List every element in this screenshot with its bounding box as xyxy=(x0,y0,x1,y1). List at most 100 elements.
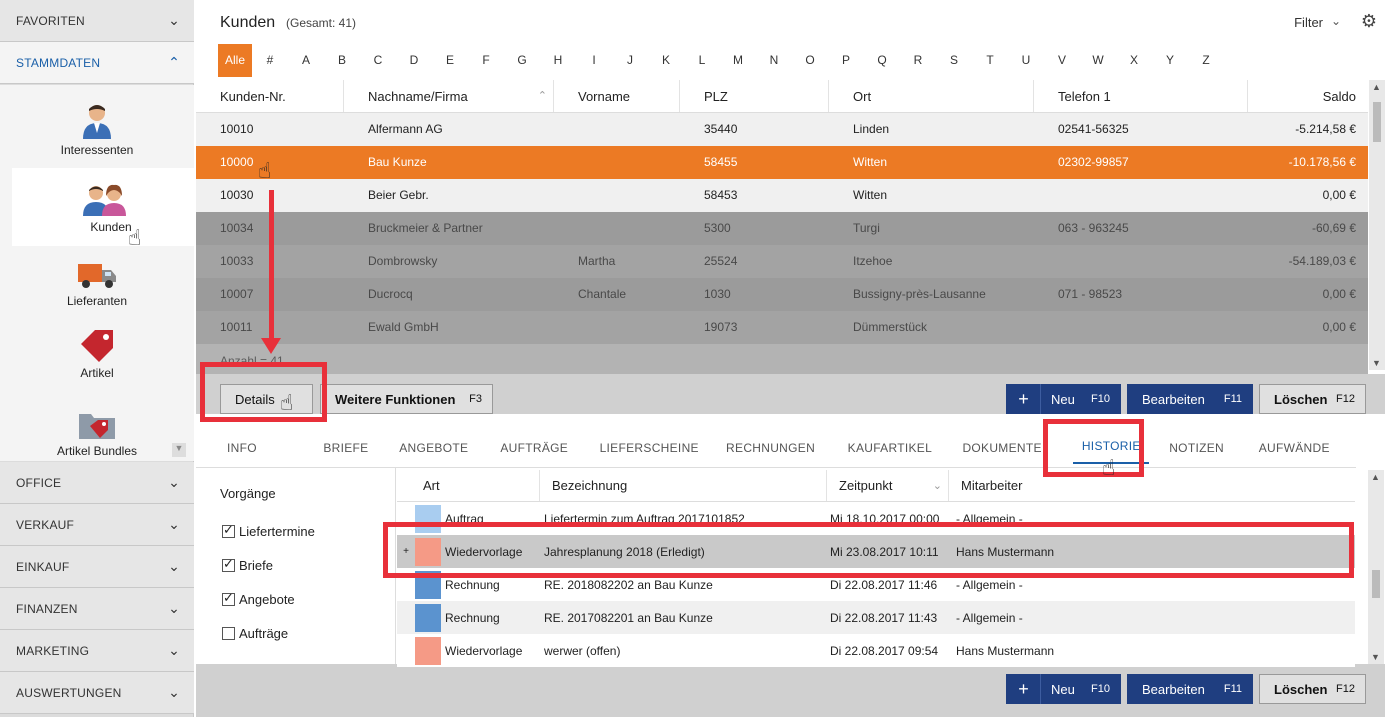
alpha-filter-letter[interactable]: O xyxy=(792,44,828,77)
alpha-filter-letter[interactable]: A xyxy=(288,44,324,77)
table-row[interactable]: 10030 Beier Gebr. 58453 Witten 0,00 € xyxy=(196,179,1368,212)
tab-info[interactable]: INFO xyxy=(227,428,323,467)
alpha-filter-letter[interactable]: D xyxy=(396,44,432,77)
table-row[interactable]: 10010 Alfermann AG 35440 Linden 02541-56325 -… xyxy=(196,113,1368,146)
alpha-filter-letter[interactable]: F xyxy=(468,44,504,77)
scrollbar[interactable]: ▲ ▼ xyxy=(1368,470,1384,664)
filter-button[interactable]: Filter xyxy=(1294,15,1323,30)
sidebar-section-finanzen[interactable]: FINANZEN ⌄ xyxy=(0,588,194,630)
column-header-art[interactable]: Art xyxy=(397,470,540,501)
bearbeiten-button-bottom[interactable]: Bearbeiten F11 xyxy=(1127,674,1253,704)
table-row[interactable]: 10000 Bau Kunze 58455 Witten 02302-99857 -10.… xyxy=(196,146,1368,179)
tab-kaufartikel[interactable]: KAUFARTIKEL xyxy=(848,428,963,467)
alpha-filter-letter[interactable]: R xyxy=(900,44,936,77)
alpha-filter-letter[interactable]: E xyxy=(432,44,468,77)
alpha-filter-letter[interactable]: V xyxy=(1044,44,1080,77)
bearbeiten-button[interactable]: Bearbeiten F11 xyxy=(1127,384,1253,414)
alpha-filter-letter[interactable]: Z xyxy=(1188,44,1224,77)
alpha-filter-letter[interactable]: L xyxy=(684,44,720,77)
table-row[interactable]: Rechnung RE. 2017082201 an Bau Kunze Di 22… xyxy=(397,601,1355,634)
scrollbar[interactable]: ▲ ▼ xyxy=(1369,80,1385,370)
alpha-filter-letter[interactable]: K xyxy=(648,44,684,77)
neu-button-bottom[interactable]: + Neu F10 xyxy=(1006,674,1121,704)
vorgang-checkbox[interactable]: Aufträge xyxy=(222,626,288,641)
column-header-vorname[interactable]: Vorname xyxy=(554,80,680,112)
alpha-filter-letter[interactable]: I xyxy=(576,44,612,77)
sidebar-section-einkauf[interactable]: EINKAUF ⌄ xyxy=(0,546,194,588)
table-cell: -10.178,56 € xyxy=(1288,155,1356,169)
checkbox-empty-icon[interactable] xyxy=(222,627,235,640)
column-header-zeitpunkt[interactable]: Zeitpunkt ⌄ xyxy=(827,470,949,501)
column-header-plz[interactable]: PLZ xyxy=(680,80,829,112)
table-cell: 58455 xyxy=(704,155,738,169)
tab-briefe[interactable]: BRIEFE xyxy=(323,428,399,467)
alpha-filter-letter[interactable]: Q xyxy=(864,44,900,77)
tab-lieferscheine[interactable]: LIEFERSCHEINE xyxy=(600,428,726,467)
column-header-bezeichnung[interactable]: Bezeichnung xyxy=(540,470,827,501)
column-header-mitarbeiter[interactable]: Mitarbeiter xyxy=(949,470,1355,501)
sidebar-item-artikel[interactable]: Artikel xyxy=(0,330,194,386)
alpha-filter-letter[interactable]: J xyxy=(612,44,648,77)
alpha-filter-letter[interactable]: G xyxy=(504,44,540,77)
tab-notizen[interactable]: NOTIZEN xyxy=(1169,428,1259,467)
table-cell: 35440 xyxy=(704,122,738,136)
neu-button[interactable]: + Neu F10 xyxy=(1006,384,1121,414)
alpha-filter-all[interactable]: Alle xyxy=(218,44,252,77)
alpha-filter-letter[interactable]: N xyxy=(756,44,792,77)
sidebar-section-favoriten[interactable]: FAVORITEN ⌄ xyxy=(0,0,194,42)
sidebar-section-marketing[interactable]: MARKETING ⌄ xyxy=(0,630,194,672)
checkbox-checked-icon[interactable] xyxy=(222,556,235,572)
sidebar-item-interessenten[interactable]: Interessenten xyxy=(0,103,194,163)
sidebar-item-artikel-bundles[interactable]: Artikel Bundles xyxy=(0,410,194,460)
shortcut-key: F12 xyxy=(1336,683,1355,695)
table-row[interactable]: Wiedervorlage werwer (offen) Di 22.08.2017… xyxy=(397,634,1355,667)
alpha-filter-letter[interactable]: M xyxy=(720,44,756,77)
sidebar-item-label: Artikel xyxy=(80,366,114,380)
sidebar-section-office[interactable]: OFFICE ⌄ xyxy=(0,462,194,504)
alpha-filter-letter[interactable]: C xyxy=(360,44,396,77)
alpha-filter-letter[interactable]: X xyxy=(1116,44,1152,77)
column-header-kunden-nr[interactable]: Kunden-Nr. xyxy=(196,80,344,112)
alpha-filter-letter[interactable]: # xyxy=(252,44,288,77)
sidebar-section-verkauf[interactable]: VERKAUF ⌄ xyxy=(0,504,194,546)
checkbox-checked-icon[interactable] xyxy=(222,590,235,606)
alpha-filter-letter[interactable]: B xyxy=(324,44,360,77)
sidebar-section-stammdaten[interactable]: STAMMDATEN ⌃ xyxy=(0,42,194,84)
vorgang-checkbox[interactable]: Briefe xyxy=(222,556,273,573)
table-cell: - Allgemein - xyxy=(956,610,1023,625)
vorgang-checkbox[interactable]: Angebote xyxy=(222,590,295,607)
alpha-filter-letter[interactable]: S xyxy=(936,44,972,77)
gear-icon[interactable]: ⚙ xyxy=(1361,11,1377,32)
alpha-filter-letter[interactable]: Y xyxy=(1152,44,1188,77)
annotation-box-row xyxy=(383,522,1354,578)
truck-icon xyxy=(78,264,116,288)
tab-rechnungen[interactable]: RECHNUNGEN xyxy=(726,428,848,467)
column-header-ort[interactable]: Ort xyxy=(829,80,1034,112)
checkbox-checked-icon[interactable] xyxy=(222,522,235,538)
plus-icon: + xyxy=(1007,674,1041,704)
column-header-saldo[interactable]: Saldo xyxy=(1248,80,1368,112)
type-color-swatch xyxy=(415,636,441,665)
column-header-nachname[interactable]: Nachname/Firma ⌃ xyxy=(344,80,554,112)
column-header-telefon[interactable]: Telefon 1 xyxy=(1034,80,1248,112)
alpha-filter-letter[interactable]: T xyxy=(972,44,1008,77)
alpha-filter-letter[interactable]: H xyxy=(540,44,576,77)
table-cell: 0,00 € xyxy=(1322,188,1356,202)
tab-angebote[interactable]: ANGEBOTE xyxy=(399,428,500,467)
tab-aufwände[interactable]: AUFWÄNDE xyxy=(1259,428,1356,467)
scroll-down-icon[interactable]: ▼ xyxy=(172,443,186,457)
alpha-filter-letter[interactable]: W xyxy=(1080,44,1116,77)
alpha-filter-letter[interactable]: U xyxy=(1008,44,1044,77)
type-label: Wiedervorlage xyxy=(445,643,523,658)
table-cell: Beier Gebr. xyxy=(368,188,429,202)
sidebar-item-lieferanten[interactable]: Lieferanten xyxy=(0,262,194,312)
alpha-filter-letter[interactable]: P xyxy=(828,44,864,77)
vorgang-checkbox[interactable]: Liefertermine xyxy=(222,522,315,539)
chevron-down-icon[interactable]: ⌄ xyxy=(1331,14,1341,28)
weitere-funktionen-button[interactable]: Weitere Funktionen F3 xyxy=(320,384,493,414)
sidebar-section-auswertungen[interactable]: AUSWERTUNGEN ⌄ xyxy=(0,672,194,714)
vorgaenge-panel: Vorgänge Liefertermine Briefe Angebote Auft… xyxy=(196,468,396,664)
loeschen-button-bottom[interactable]: Löschen F12 xyxy=(1259,674,1366,704)
loeschen-button[interactable]: Löschen F12 xyxy=(1259,384,1366,414)
tab-aufträge[interactable]: AUFTRÄGE xyxy=(500,428,599,467)
